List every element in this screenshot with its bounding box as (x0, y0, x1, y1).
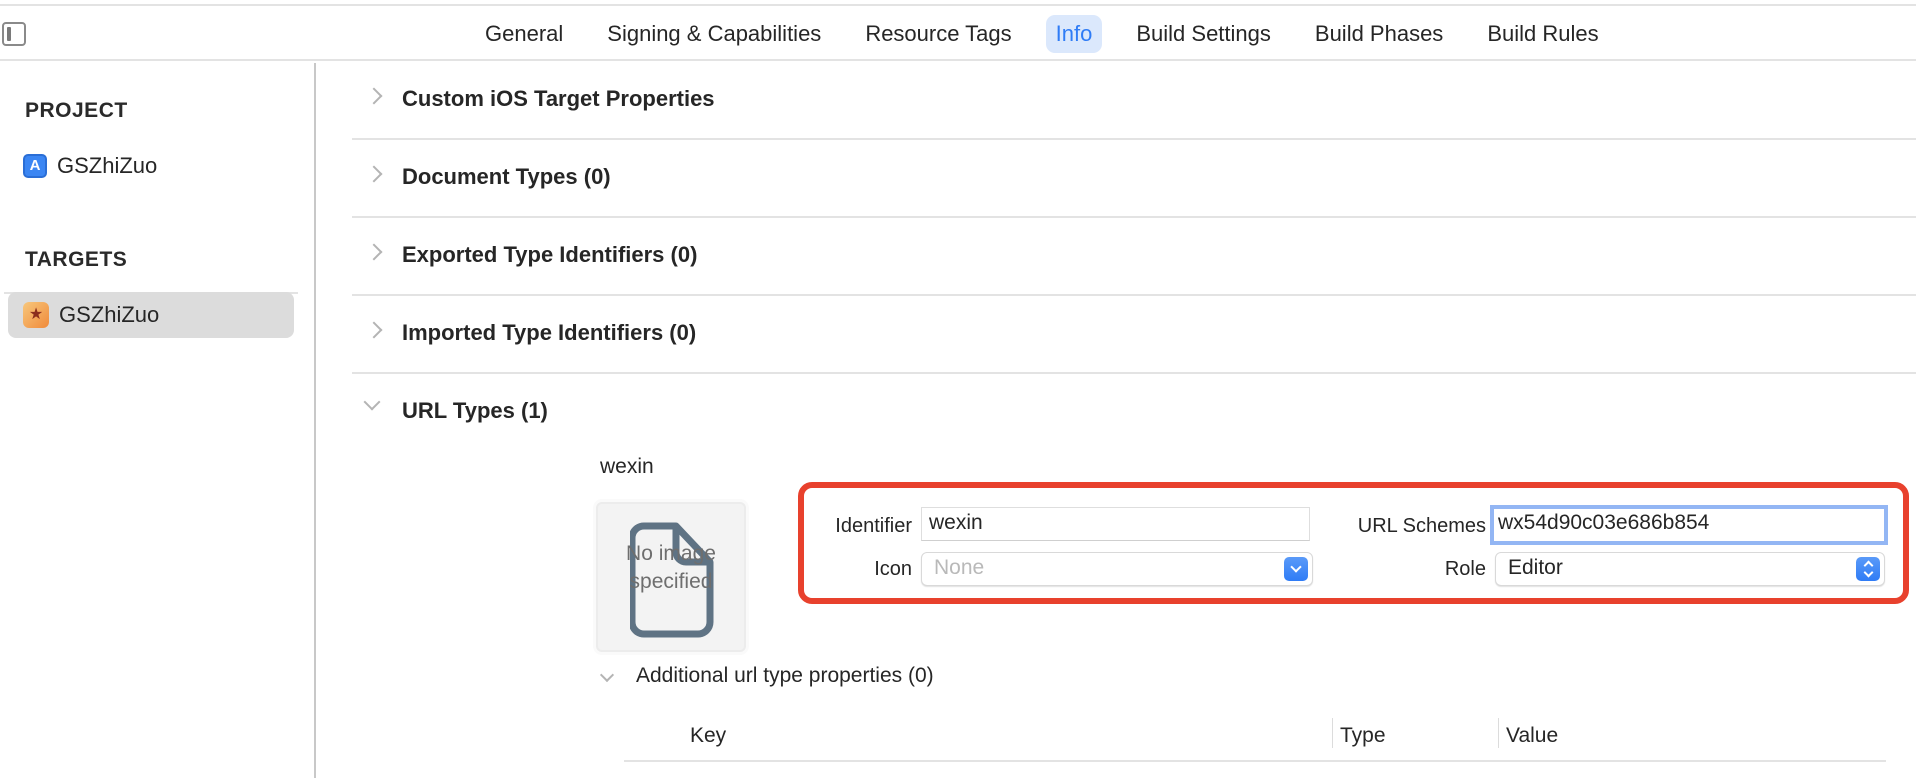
sidebar-item-label: GSZhiZuo (59, 302, 160, 327)
section-title[interactable]: Custom iOS Target Properties (402, 86, 715, 112)
column-divider[interactable] (1332, 718, 1333, 748)
sidebar-item-target[interactable]: GSZhiZuo (8, 292, 294, 338)
properties-table-header: Key Type Value (624, 716, 1886, 762)
sidebar-left-icon[interactable] (2, 22, 26, 46)
up-down-chevron-icon (1856, 557, 1880, 581)
icon-label: Icon (874, 558, 912, 580)
column-header-key[interactable]: Key (690, 724, 726, 748)
identifier-label: Identifier (835, 515, 912, 537)
section-title[interactable]: Exported Type Identifiers (0) (402, 242, 697, 268)
icon-popup-value: None (934, 556, 985, 579)
url-schemes-field[interactable]: wx54d90c03e686b854 (1490, 505, 1888, 545)
chevron-down-icon[interactable] (363, 393, 381, 411)
additional-properties-title[interactable]: Additional url type properties (0) (636, 664, 934, 688)
identifier-field[interactable]: wexin (921, 507, 1310, 541)
section-title[interactable]: Document Types (0) (402, 164, 611, 190)
chevron-down-icon[interactable] (599, 667, 615, 683)
xcode-project-icon (23, 154, 47, 178)
section-custom-ios-target-properties[interactable]: Custom iOS Target Properties (352, 62, 1916, 140)
url-type-image-well[interactable]: No image specified (596, 502, 746, 652)
tab-build-settings[interactable]: Build Settings (1126, 15, 1281, 53)
section-exported-type-identifiers[interactable]: Exported Type Identifiers (0) (352, 218, 1916, 296)
url-schemes-label: URL Schemes (1357, 515, 1486, 537)
section-document-types[interactable]: Document Types (0) (352, 140, 1916, 218)
section-title[interactable]: URL Types (1) (402, 398, 548, 424)
url-type-name: wexin (600, 455, 654, 478)
project-navigator-sidebar: PROJECT GSZhiZuo TARGETS GSZhiZuo (0, 63, 315, 778)
app-target-icon (23, 302, 49, 328)
section-imported-type-identifiers[interactable]: Imported Type Identifiers (0) (352, 296, 1916, 374)
editor-tabs: General Signing & Capabilities Resource … (475, 14, 1633, 54)
icon-popup[interactable]: None (921, 552, 1313, 586)
sidebar-split-divider[interactable] (314, 63, 316, 778)
chevron-right-icon[interactable] (365, 321, 383, 339)
role-popup[interactable]: Editor (1495, 552, 1885, 586)
tab-signing-capabilities[interactable]: Signing & Capabilities (597, 15, 831, 53)
section-title[interactable]: Imported Type Identifiers (0) (402, 320, 696, 346)
role-popup-value: Editor (1508, 556, 1563, 579)
sidebar-item-label: GSZhiZuo (57, 153, 158, 178)
tab-info[interactable]: Info (1045, 15, 1103, 53)
no-image-placeholder: No image specified (626, 542, 716, 593)
editor-tab-bar: General Signing & Capabilities Resource … (0, 6, 1916, 61)
role-label: Role (1444, 558, 1486, 580)
sidebar-item-project[interactable]: GSZhiZuo (8, 143, 294, 189)
chevron-down-icon (1284, 557, 1308, 581)
chevron-right-icon[interactable] (365, 87, 383, 105)
section-url-types[interactable]: URL Types (1) (352, 374, 1916, 452)
chevron-right-icon[interactable] (365, 243, 383, 261)
chevron-right-icon[interactable] (365, 165, 383, 183)
column-header-value[interactable]: Value (1506, 724, 1558, 748)
column-header-type[interactable]: Type (1340, 724, 1386, 748)
targets-heading: TARGETS (25, 248, 128, 271)
tab-build-rules[interactable]: Build Rules (1477, 15, 1608, 53)
project-heading: PROJECT (25, 99, 128, 122)
tab-general[interactable]: General (475, 15, 573, 53)
tab-resource-tags[interactable]: Resource Tags (855, 15, 1021, 53)
column-divider[interactable] (1498, 718, 1499, 748)
tab-build-phases[interactable]: Build Phases (1305, 15, 1453, 53)
